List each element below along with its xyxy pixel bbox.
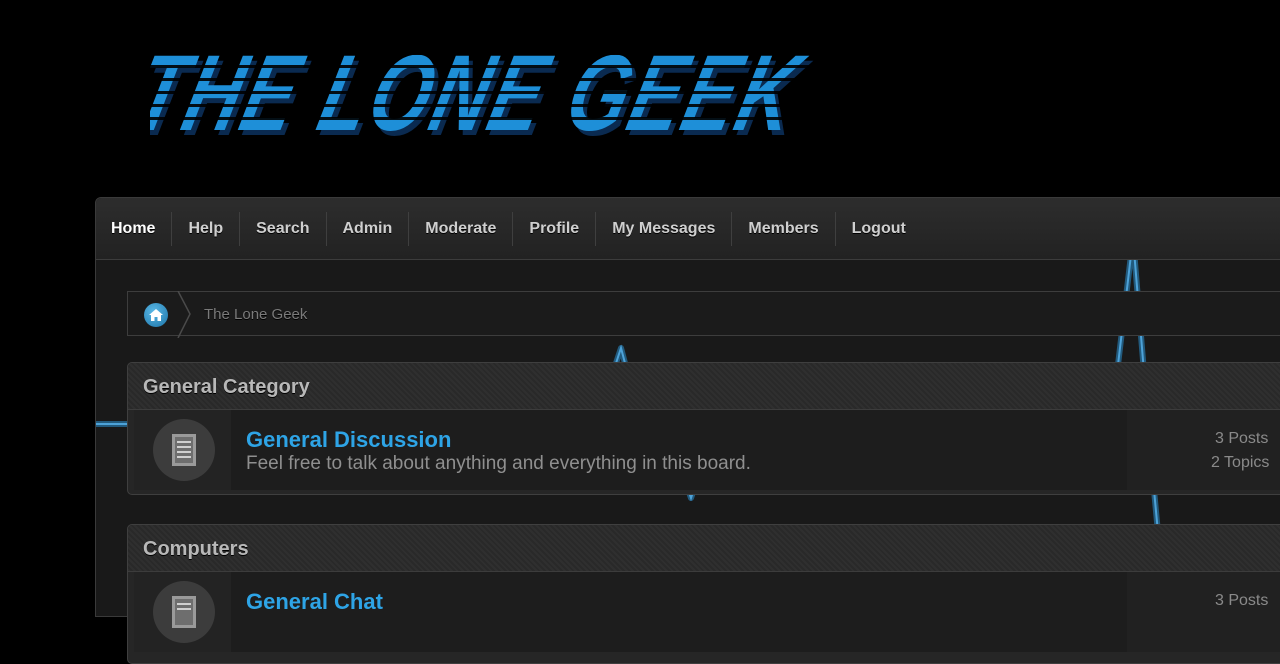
breadcrumb: The Lone Geek: [127, 291, 1280, 338]
board-topics-count: 2 Topics: [1211, 454, 1270, 471]
nav-search[interactable]: Search: [239, 211, 325, 246]
board-posts-count: 3 Posts: [1215, 592, 1269, 609]
board-title-general-discussion[interactable]: General Discussion: [246, 427, 451, 453]
board-stats: 3 Posts 2 Topics: [1127, 410, 1280, 490]
board-row: General Chat 3 Posts: [134, 572, 1280, 652]
nav-logout[interactable]: Logout: [834, 211, 922, 246]
board-posts-count: 3 Posts: [1215, 430, 1269, 447]
nav-moderate[interactable]: Moderate: [408, 211, 512, 246]
breadcrumb-separator-icon: [177, 291, 191, 338]
nav-help[interactable]: Help: [171, 211, 239, 246]
board-document-icon: [153, 419, 215, 481]
nav-home[interactable]: Home: [103, 212, 171, 246]
nav-profile[interactable]: Profile: [512, 211, 595, 246]
breadcrumb-current[interactable]: The Lone Geek: [204, 306, 307, 323]
forum-panel: Home Help Search Admin Moderate Profile …: [95, 197, 1280, 664]
board-document-icon: [153, 581, 215, 643]
category-computers: Computers General Chat 3 Posts: [127, 524, 1280, 664]
board-description: Feel free to talk about anything and eve…: [246, 453, 751, 474]
category-title: Computers: [128, 525, 1280, 572]
category-title: General Category: [128, 363, 1280, 410]
home-icon[interactable]: [144, 303, 168, 327]
nav-members[interactable]: Members: [731, 211, 834, 246]
nav-admin[interactable]: Admin: [325, 211, 409, 246]
board-title-general-chat[interactable]: General Chat: [246, 589, 383, 615]
board-icon-cell: [134, 572, 231, 652]
board-row: General Discussion Feel free to talk abo…: [134, 410, 1280, 490]
board-icon-cell: [134, 410, 231, 490]
main-navbar: Home Help Search Admin Moderate Profile …: [96, 198, 1280, 260]
board-stats: 3 Posts: [1127, 572, 1280, 652]
nav-my-messages[interactable]: My Messages: [595, 211, 731, 246]
category-general: General Category General Discussion Feel…: [127, 362, 1280, 495]
site-logo[interactable]: THE LONE GEEK THE LONE GEEK: [150, 38, 850, 143]
